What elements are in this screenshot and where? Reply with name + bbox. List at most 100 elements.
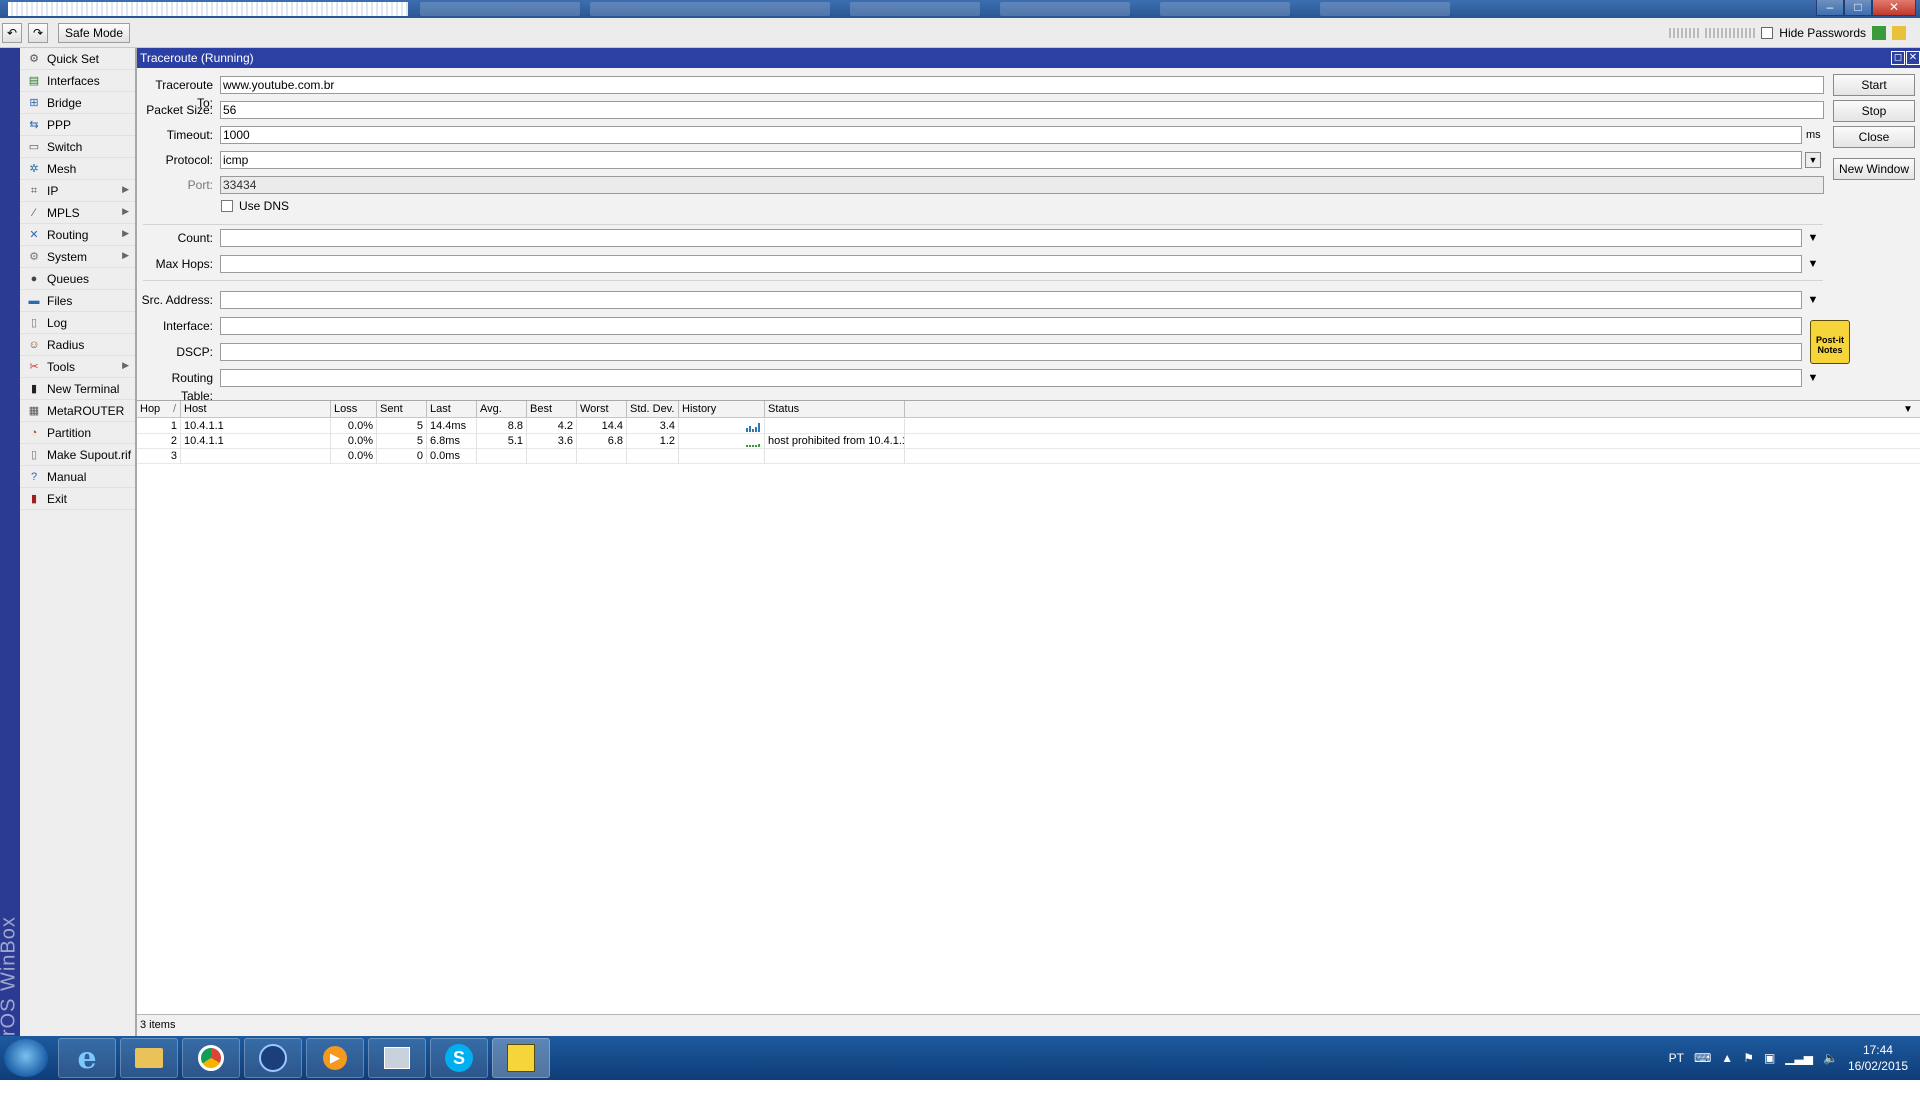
sidebar-item-exit[interactable]: ▮ Exit bbox=[20, 488, 135, 510]
file-explorer-icon[interactable] bbox=[120, 1038, 178, 1078]
count-dropdown-icon[interactable]: ▼ bbox=[1807, 229, 1819, 247]
close-button[interactable]: Close bbox=[1833, 126, 1915, 148]
sidebar-item-system[interactable]: ⚙ System ▶ bbox=[20, 246, 135, 268]
cell-sent: 5 bbox=[377, 419, 427, 434]
hide-passwords-checkbox[interactable] bbox=[1761, 27, 1774, 39]
columns-dropdown-icon[interactable]: ▼ bbox=[1903, 402, 1913, 418]
sidebar-item-switch[interactable]: ▭ Switch bbox=[20, 136, 135, 158]
cell-best bbox=[527, 449, 577, 464]
protocol-select[interactable]: icmp bbox=[220, 151, 1802, 169]
switch-icon: ▭ bbox=[28, 140, 40, 153]
column-header-host[interactable]: Host bbox=[181, 401, 331, 418]
column-header-loss[interactable]: Loss bbox=[331, 401, 377, 418]
internet-explorer-icon[interactable]: e bbox=[58, 1038, 116, 1078]
table-header: Hop / Host Loss Sent Last Avg. Best Worst Std. De… bbox=[137, 401, 1920, 418]
clock[interactable]: 17:44 16/02/2015 bbox=[1848, 1042, 1908, 1074]
table-row[interactable]: 3 0.0% 0 0.0ms bbox=[137, 449, 1920, 464]
sidebar-item-manual[interactable]: ? Manual bbox=[20, 466, 135, 488]
network-app-icon[interactable] bbox=[368, 1038, 426, 1078]
sidebar-item-radius[interactable]: ☺ Radius bbox=[20, 334, 135, 356]
sidebar-item-quick-set[interactable]: ⚙ Quick Set bbox=[20, 48, 135, 70]
packet-size-input[interactable]: 56 bbox=[220, 101, 1824, 119]
winbox-taskbar-icon[interactable] bbox=[492, 1038, 550, 1078]
files-icon: ▬ bbox=[28, 294, 40, 307]
column-header-best[interactable]: Best bbox=[527, 401, 577, 418]
sidebar-item-bridge[interactable]: ⊞ Bridge bbox=[20, 92, 135, 114]
cell-hop: 3 bbox=[137, 449, 181, 464]
routing-table-input[interactable] bbox=[220, 369, 1802, 387]
sidebar-item-ppp[interactable]: ⇆ PPP bbox=[20, 114, 135, 136]
sidebar-item-partition[interactable]: ◔ Partition bbox=[20, 422, 135, 444]
chrome-icon[interactable] bbox=[182, 1038, 240, 1078]
start-menu-icon[interactable] bbox=[4, 1039, 48, 1077]
src-address-input[interactable] bbox=[220, 291, 1802, 309]
traceroute-to-input[interactable]: www.youtube.com.br bbox=[220, 76, 1824, 94]
history-bar bbox=[749, 426, 751, 432]
sidebar-item-log[interactable]: ▯ Log bbox=[20, 312, 135, 334]
routing-icon: ✕ bbox=[29, 228, 39, 241]
sidebar-item-mesh[interactable]: ✲ Mesh bbox=[20, 158, 135, 180]
window-close-icon[interactable]: ✕ bbox=[1906, 51, 1920, 65]
close-icon[interactable]: ✕ bbox=[1872, 0, 1916, 16]
sidebar-item-files[interactable]: ▬ Files bbox=[20, 290, 135, 312]
keyboard-icon[interactable]: ⌨ bbox=[1694, 1051, 1711, 1065]
sidebar-item-new-terminal[interactable]: ▮ New Terminal bbox=[20, 378, 135, 400]
protocol-dropdown-icon[interactable]: ▼ bbox=[1805, 152, 1821, 168]
cell-avg: 5.1 bbox=[477, 434, 527, 449]
maximize-icon[interactable]: □ bbox=[1844, 0, 1872, 16]
interface-input[interactable] bbox=[220, 317, 1802, 335]
count-input[interactable] bbox=[220, 229, 1802, 247]
sidebar-item-mpls[interactable]: ⁄ MPLS ▶ bbox=[20, 202, 135, 224]
column-header-std-dev[interactable]: Std. Dev. bbox=[627, 401, 679, 418]
undo-button[interactable]: ↶ bbox=[2, 23, 22, 43]
safe-mode-button[interactable]: Safe Mode bbox=[58, 23, 130, 43]
table-row[interactable]: 1 10.4.1.1 0.0% 5 14.4ms 8.8 4.2 14.4 3.4 bbox=[137, 419, 1920, 434]
minimize-icon[interactable]: – bbox=[1816, 0, 1844, 16]
network-signal-icon[interactable]: ▁▃▅ bbox=[1785, 1051, 1813, 1065]
column-header-sent[interactable]: Sent bbox=[377, 401, 427, 418]
phone-app-icon[interactable] bbox=[244, 1038, 302, 1078]
tools-icon: ✂ bbox=[29, 360, 39, 373]
sidebar-item-metarouter[interactable]: ▦ MetaROUTER bbox=[20, 400, 135, 422]
history-bar bbox=[749, 445, 751, 447]
packet-size-label: Packet Size: bbox=[146, 103, 213, 117]
port-input[interactable]: 33434 bbox=[220, 176, 1824, 194]
max-hops-dropdown-icon[interactable]: ▼ bbox=[1807, 255, 1819, 273]
routing-table-dropdown-icon[interactable]: ▼ bbox=[1807, 369, 1819, 387]
device-icon[interactable]: ▣ bbox=[1764, 1051, 1775, 1065]
new-window-button[interactable]: New Window bbox=[1833, 158, 1915, 180]
post-it-notes-icon[interactable]: Post-it Notes bbox=[1810, 320, 1850, 364]
sidebar-item-label: Tools bbox=[47, 359, 76, 374]
language-indicator[interactable]: PT bbox=[1669, 1051, 1684, 1065]
use-dns-checkbox[interactable] bbox=[221, 200, 233, 212]
stop-button[interactable]: Stop bbox=[1833, 100, 1915, 122]
column-header-avg[interactable]: Avg. bbox=[477, 401, 527, 418]
sidebar-item-routing[interactable]: ✕ Routing ▶ bbox=[20, 224, 135, 246]
cell-stddev bbox=[627, 449, 679, 464]
sidebar-item-make-supout-rif[interactable]: ▯ Make Supout.rif bbox=[20, 444, 135, 466]
column-header-history[interactable]: History bbox=[679, 401, 765, 418]
dscp-input[interactable] bbox=[220, 343, 1802, 361]
sidebar-item-tools[interactable]: ✂ Tools ▶ bbox=[20, 356, 135, 378]
max-hops-input[interactable] bbox=[220, 255, 1802, 273]
redo-button[interactable]: ↷ bbox=[28, 23, 48, 43]
column-header-status[interactable]: Status bbox=[765, 401, 905, 418]
cell-host bbox=[181, 449, 331, 464]
flag-icon[interactable]: ⚑ bbox=[1743, 1051, 1754, 1065]
media-player-icon[interactable]: ▶ bbox=[306, 1038, 364, 1078]
tray-expand-icon[interactable]: ▲ bbox=[1721, 1051, 1733, 1065]
skype-icon[interactable]: S bbox=[430, 1038, 488, 1078]
sidebar-item-label: Quick Set bbox=[47, 51, 100, 66]
timeout-input[interactable]: 1000 bbox=[220, 126, 1802, 144]
start-button[interactable]: Start bbox=[1833, 74, 1915, 96]
src-address-dropdown-icon[interactable]: ▼ bbox=[1807, 291, 1819, 309]
sidebar-item-ip[interactable]: ⌗ IP ▶ bbox=[20, 180, 135, 202]
column-header-hop[interactable]: Hop / bbox=[137, 401, 181, 418]
column-header-worst[interactable]: Worst bbox=[577, 401, 627, 418]
table-row[interactable]: 2 10.4.1.1 0.0% 5 6.8ms 5.1 3.6 6.8 1.2 host proh… bbox=[137, 434, 1920, 449]
sidebar-item-queues[interactable]: ● Queues bbox=[20, 268, 135, 290]
volume-icon[interactable]: 🔈 bbox=[1823, 1051, 1838, 1065]
column-header-last[interactable]: Last bbox=[427, 401, 477, 418]
sidebar-item-interfaces[interactable]: ▤ Interfaces bbox=[20, 70, 135, 92]
restore-icon[interactable]: ◻ bbox=[1891, 51, 1905, 65]
